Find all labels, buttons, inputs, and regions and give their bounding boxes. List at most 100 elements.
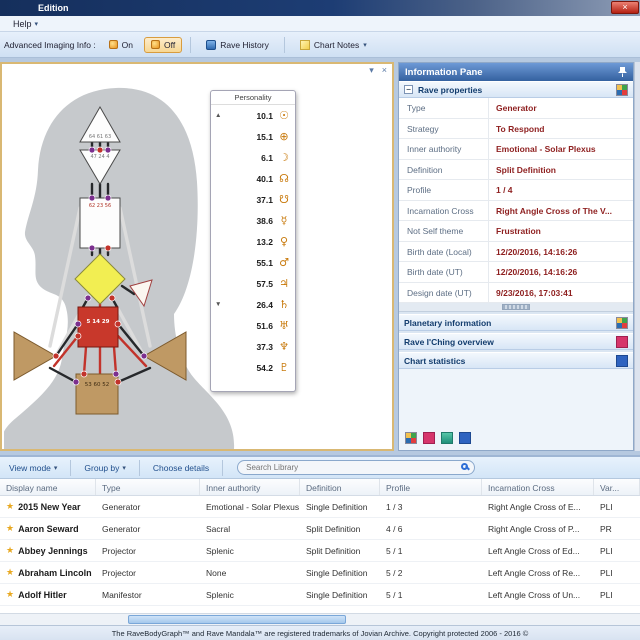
property-value: Emotional - Solar Plexus xyxy=(496,144,596,154)
imaging-off-button[interactable]: Off xyxy=(144,36,183,53)
profile-cell: 5 / 1 xyxy=(386,545,403,556)
personality-row[interactable]: ▲ 10.1 ☉ xyxy=(211,105,295,126)
type-cell: Projector xyxy=(102,545,137,556)
pin-icon[interactable] xyxy=(618,67,627,77)
sacral-center xyxy=(77,306,119,348)
personality-row[interactable]: ▼ 26.4 ♄ xyxy=(211,294,295,315)
rave-history-button[interactable]: Rave History xyxy=(199,37,276,53)
imaging-off-icon xyxy=(151,40,161,49)
personality-row[interactable]: 37.3 ♆ xyxy=(211,336,295,357)
scrollbar-thumb[interactable] xyxy=(502,304,530,310)
authority-cell: Sacral xyxy=(206,523,231,534)
personality-row[interactable]: 57.5 ♃ xyxy=(211,273,295,294)
star-icon: ★ xyxy=(6,567,15,577)
panel-close-icon[interactable]: × xyxy=(382,65,387,76)
expander-icon[interactable]: ▼ xyxy=(215,301,224,308)
profile-cell: 5 / 1 xyxy=(386,589,403,600)
imaging-on-button[interactable]: On xyxy=(102,37,140,53)
table-row[interactable]: ★ Abraham Lincoln Projector None Single D… xyxy=(0,562,640,584)
section-planetary-information[interactable]: Planetary information xyxy=(399,314,633,331)
column-header[interactable]: Incarnation Cross xyxy=(482,479,594,495)
column-header[interactable]: Var... xyxy=(594,479,640,495)
head-gate-numbers: 64 61 63 xyxy=(89,134,111,140)
gate-value: 51.6 xyxy=(256,320,273,331)
view-mode-button[interactable]: View mode ▾ xyxy=(4,461,62,475)
property-value: Right Angle Cross of The V... xyxy=(496,205,613,216)
vertical-scrollbar[interactable] xyxy=(634,62,640,451)
statistics-shortcut-icon[interactable] xyxy=(459,432,471,444)
choose-details-button[interactable]: Choose details xyxy=(148,461,214,475)
rave-history-icon xyxy=(206,39,217,50)
personality-row[interactable]: 15.1 ⊕ xyxy=(211,126,295,147)
chart-notes-button[interactable]: Chart Notes ▾ xyxy=(293,37,374,53)
chart-notes-icon xyxy=(299,39,310,50)
search-input[interactable] xyxy=(237,460,476,475)
property-row: Design date (UT) 9/23/2016, 17:03:41 xyxy=(399,282,633,303)
collapse-icon[interactable]: − xyxy=(404,85,413,94)
horizontal-scrollbar[interactable] xyxy=(0,613,640,625)
personality-row[interactable]: 51.6 ♅ xyxy=(211,315,295,336)
group-by-button[interactable]: Group by ▾ xyxy=(79,461,130,475)
search-icon[interactable] xyxy=(461,463,469,470)
imaging-off-label: Off xyxy=(164,39,176,50)
variable-cell: PLI xyxy=(600,589,613,600)
section-rave-properties[interactable]: − Rave properties xyxy=(399,81,633,98)
star-icon: ★ xyxy=(6,501,15,511)
personality-row[interactable]: 55.1 ♂ xyxy=(211,252,295,273)
property-row: Not Self theme Frustration xyxy=(399,221,633,242)
window-close-button[interactable]: × xyxy=(611,1,639,14)
authority-cell: Emotional - Solar Plexus xyxy=(206,501,300,512)
personality-row[interactable]: 38.6 ☿ xyxy=(211,210,295,231)
table-row[interactable]: ★ Adolf Hitler Manifestor Splenic Single … xyxy=(0,584,640,606)
bodygraph-chart[interactable]: 64 61 63 47 24 4 62 23 56 5 14 29 53 60 … xyxy=(4,74,239,449)
chevron-down-icon: ▾ xyxy=(363,41,367,49)
property-label: Strategy xyxy=(399,118,489,138)
mercury-icon: ☿ xyxy=(280,214,288,227)
main-toolbar: Advanced Imaging Info : On Off Rave Hist… xyxy=(0,32,640,58)
property-row: Type Generator xyxy=(399,98,633,119)
column-header[interactable]: Display name xyxy=(0,479,96,495)
properties-scrollbar[interactable] xyxy=(399,303,633,312)
info-pane-title: Information Pane xyxy=(405,66,483,78)
personality-row[interactable]: 13.2 ♀ xyxy=(211,231,295,252)
iching-shortcut-icon[interactable] xyxy=(423,432,435,444)
column-header[interactable]: Type xyxy=(96,479,200,495)
table-row[interactable]: ★ 2015 New Year Generator Emotional - Sol… xyxy=(0,496,640,518)
menu-help[interactable]: Help ▾ xyxy=(6,18,45,30)
section-rave-iching-overview[interactable]: Rave I'Ching overview xyxy=(399,333,633,350)
personality-row[interactable]: 6.1 ☽ xyxy=(211,147,295,168)
properties-shortcut-icon[interactable] xyxy=(405,432,417,444)
planetary-information-icon xyxy=(616,316,628,329)
panel-collapse-icon[interactable]: ▾ xyxy=(369,65,374,76)
table-row[interactable]: ★ Aaron Seward Generator Sacral Split Def… xyxy=(0,518,640,540)
property-value: 12/20/2016, 14:16:26 xyxy=(496,246,578,257)
chevron-down-icon: ▾ xyxy=(53,464,58,472)
personality-row[interactable]: 54.2 ♇ xyxy=(211,357,295,378)
authority-cell: None xyxy=(206,567,227,578)
expander-icon[interactable]: ▲ xyxy=(215,112,224,119)
toolbar-separator xyxy=(138,459,140,476)
property-row: Birth date (UT) 12/20/2016, 14:16:26 xyxy=(399,262,633,283)
column-header[interactable]: Inner authority xyxy=(200,479,300,495)
north-node-icon: ☊ xyxy=(279,172,289,185)
cross-cell: Left Angle Cross of Ed... xyxy=(488,545,580,556)
personality-row[interactable]: 37.1 ☋ xyxy=(211,189,295,210)
display-name: Abbey Jennings xyxy=(18,545,88,556)
planetary-shortcut-icon[interactable] xyxy=(441,432,453,444)
definition-cell: Single Definition xyxy=(306,501,368,512)
scrollbar-thumb[interactable] xyxy=(128,615,346,624)
row-name-cell: ★ Abraham Lincoln xyxy=(0,567,96,578)
personality-row[interactable]: 40.1 ☊ xyxy=(211,168,295,189)
definition-cell: Single Definition xyxy=(306,589,368,600)
column-header[interactable]: Definition xyxy=(300,479,380,495)
column-header[interactable]: Profile xyxy=(380,479,482,495)
section-chart-statistics[interactable]: Chart statistics xyxy=(399,352,633,369)
property-value: Generator xyxy=(496,103,537,113)
star-icon: ★ xyxy=(6,523,15,533)
gate-value: 10.1 xyxy=(256,110,273,121)
rave-properties-grid: Type Generator Strategy To Respond Inner a… xyxy=(399,98,633,303)
profile-cell: 1 / 3 xyxy=(386,501,403,512)
table-row[interactable]: ★ Abbey Jennings Projector Splenic Split … xyxy=(0,540,640,562)
property-row: Inner authority Emotional - Solar Plexus xyxy=(399,139,633,160)
property-value: Split Definition xyxy=(496,164,556,175)
